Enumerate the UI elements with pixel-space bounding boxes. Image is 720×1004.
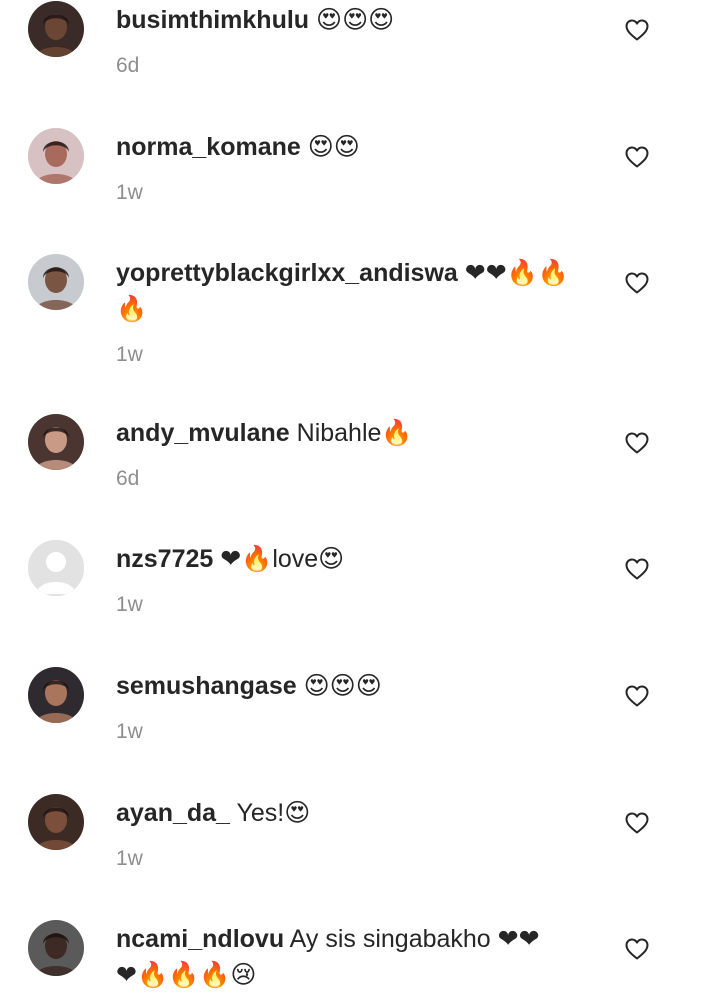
comment-body: semushangase 😍😍😍 1w [116, 667, 596, 745]
comment-text: andy_mvulane Nibahle🔥 [116, 414, 596, 452]
comments-list: busimthimkhulu 😍😍😍 6d norma_komane 😍😍 1w yop… [0, 0, 720, 1004]
comment-row: andy_mvulane Nibahle🔥 6d [0, 413, 720, 533]
comment-message: Nibahle🔥 [289, 419, 413, 447]
like-heart-icon[interactable] [625, 812, 649, 834]
comment-text: nzs7725 ❤🔥love😍 [116, 540, 596, 578]
comment-text: ncami_ndlovu Ay sis singabakho ❤❤ [116, 920, 596, 958]
comment-timestamp: 6d [116, 467, 140, 490]
comment-body: ayan_da_ Yes!😍 1w [116, 794, 596, 872]
comment-username[interactable]: andy_mvulane [116, 419, 290, 447]
comment-username[interactable]: norma_komane [116, 133, 301, 161]
like-heart-icon[interactable] [625, 685, 649, 707]
comment-row: ncami_ndlovu Ay sis singabakho ❤❤ ❤🔥🔥🔥😢 [0, 919, 720, 1004]
comment-timestamp: 6d [116, 54, 140, 77]
comment-message: ❤🔥love😍 [213, 545, 345, 573]
comment-message: 😍😍 [300, 133, 360, 161]
comment-body: nzs7725 ❤🔥love😍 1w [116, 540, 596, 618]
like-heart-icon[interactable] [625, 938, 649, 960]
comment-username[interactable]: ncami_ndlovu [116, 925, 284, 953]
comment-message: Ay sis singabakho ❤❤ [284, 925, 540, 953]
avatar[interactable] [28, 794, 84, 850]
comment-message: 😍😍😍 [296, 672, 382, 700]
comment-username[interactable]: semushangase [116, 672, 297, 700]
like-heart-icon[interactable] [625, 272, 649, 294]
comment-timestamp: 1w [116, 847, 143, 870]
like-heart-icon[interactable] [625, 19, 649, 41]
comment-message: 😍😍😍 [309, 6, 395, 34]
comment-username[interactable]: busimthimkhulu [116, 6, 309, 34]
comment-timestamp: 1w [116, 181, 143, 204]
comment-row: norma_komane 😍😍 1w [0, 127, 720, 247]
comment-row: nzs7725 ❤🔥love😍 1w [0, 539, 720, 659]
avatar[interactable] [28, 254, 84, 310]
like-heart-icon[interactable] [625, 558, 649, 580]
comment-text: semushangase 😍😍😍 [116, 667, 596, 705]
comment-text: yoprettyblackgirlxx_andiswa ❤❤🔥🔥 [116, 254, 596, 292]
comment-text: ayan_da_ Yes!😍 [116, 794, 596, 832]
comment-username[interactable]: nzs7725 [116, 545, 213, 573]
comment-body: yoprettyblackgirlxx_andiswa ❤❤🔥🔥 🔥 1w [116, 254, 596, 368]
comment-text: busimthimkhulu 😍😍😍 [116, 1, 596, 39]
avatar[interactable] [28, 128, 84, 184]
comment-message: Yes!😍 [229, 799, 311, 827]
comment-message-continued: 🔥 [116, 295, 148, 323]
comment-timestamp: 1w [116, 343, 143, 366]
avatar[interactable] [28, 1, 84, 57]
comment-text: norma_komane 😍😍 [116, 128, 596, 166]
comment-timestamp: 1w [116, 720, 143, 743]
comment-body: busimthimkhulu 😍😍😍 6d [116, 1, 596, 79]
comment-message: ❤❤🔥🔥 [457, 259, 569, 287]
like-heart-icon[interactable] [625, 146, 649, 168]
comment-username[interactable]: yoprettyblackgirlxx_andiswa [116, 259, 458, 287]
avatar[interactable] [28, 414, 84, 470]
avatar[interactable] [28, 667, 84, 723]
comment-message-continued: ❤🔥🔥🔥😢 [116, 961, 257, 989]
comment-body: andy_mvulane Nibahle🔥 6d [116, 414, 596, 492]
avatar[interactable] [28, 540, 84, 596]
like-heart-icon[interactable] [625, 432, 649, 454]
comment-row: yoprettyblackgirlxx_andiswa ❤❤🔥🔥 🔥 1w [0, 253, 720, 373]
comment-row: ayan_da_ Yes!😍 1w [0, 793, 720, 913]
comment-body: ncami_ndlovu Ay sis singabakho ❤❤ ❤🔥🔥🔥😢 [116, 920, 596, 994]
comment-row: semushangase 😍😍😍 1w [0, 666, 720, 786]
comment-username[interactable]: ayan_da_ [116, 799, 230, 827]
comment-timestamp: 1w [116, 593, 143, 616]
comment-body: norma_komane 😍😍 1w [116, 128, 596, 206]
avatar[interactable] [28, 920, 84, 976]
comment-row: busimthimkhulu 😍😍😍 6d [0, 0, 720, 120]
